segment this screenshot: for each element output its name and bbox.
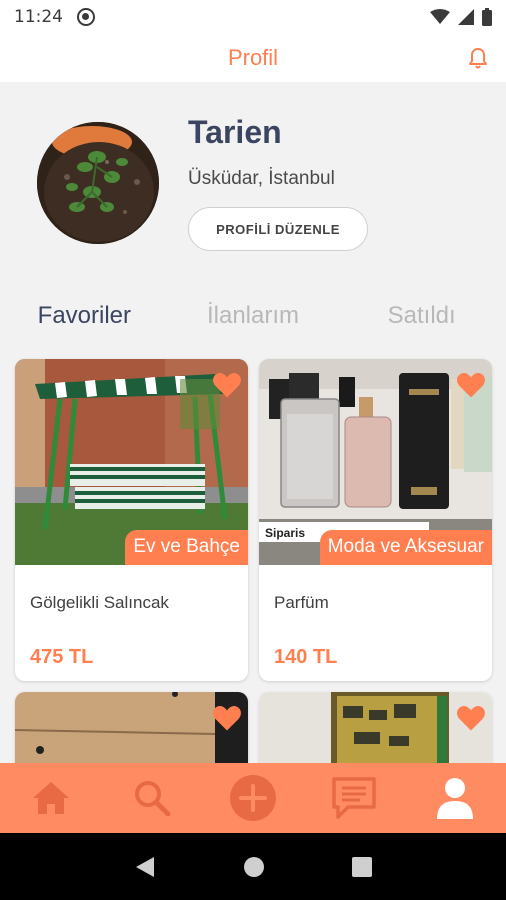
sync-icon (77, 8, 95, 26)
signal-icon (458, 9, 474, 25)
messages-icon (332, 777, 376, 819)
back-icon[interactable] (134, 855, 156, 879)
home-circle-icon[interactable] (243, 856, 265, 878)
system-nav (0, 833, 506, 900)
wifi-icon (430, 9, 450, 24)
app-header: Profil (0, 34, 506, 82)
listing-title: Gölgelikli Salıncak (30, 593, 169, 612)
listing-price: 475 TL (30, 646, 94, 668)
add-icon (229, 775, 276, 821)
edit-profile-button[interactable]: PROFİLİ DÜZENLE (188, 207, 368, 251)
search-icon (134, 781, 171, 817)
recents-icon[interactable] (352, 856, 373, 877)
profile-tabs: Favoriler İlanlarım Satıldı (0, 278, 506, 354)
nav-add[interactable] (225, 770, 281, 826)
profile-section: Tarien Üsküdar, İstanbul PROFİLİ DÜZENLE (0, 82, 506, 278)
profile-icon (437, 778, 474, 819)
svg-text:Siparis: Siparis (265, 526, 305, 540)
status-time: 11:24 (14, 7, 63, 27)
tab-sold[interactable]: Satıldı (337, 302, 506, 330)
listing-title: Parfüm (274, 593, 329, 612)
avatar[interactable] (37, 122, 159, 244)
bell-icon[interactable] (466, 46, 490, 70)
status-icons (430, 8, 492, 26)
listing-price: 140 TL (274, 646, 338, 668)
tab-my-listings[interactable]: İlanlarım (169, 302, 338, 330)
status-bar: 11:24 (0, 0, 506, 34)
heart-icon[interactable] (456, 704, 486, 732)
battery-icon (482, 8, 492, 26)
user-location: Üsküdar, İstanbul (188, 168, 335, 189)
heart-icon[interactable] (456, 371, 486, 399)
heart-icon[interactable] (212, 371, 242, 399)
bottom-nav (0, 763, 506, 833)
category-badge: Moda ve Aksesuar (319, 530, 492, 565)
listing-card[interactable]: Siparis Moda ve Aksesuar Parfüm 140 TL (259, 359, 492, 681)
tab-favorites[interactable]: Favoriler (0, 302, 169, 330)
listing-image: Ev ve Bahçe (15, 359, 248, 565)
category-badge: Ev ve Bahçe (125, 530, 248, 565)
heart-icon[interactable] (212, 704, 242, 732)
nav-search[interactable] (124, 770, 180, 826)
nav-home[interactable] (23, 770, 79, 826)
home-icon (32, 782, 69, 814)
user-name: Tarien (188, 114, 282, 150)
page-title: Profil (227, 45, 279, 70)
listing-card[interactable]: Ev ve Bahçe Gölgelikli Salıncak 475 TL (15, 359, 248, 681)
nav-profile[interactable] (427, 770, 483, 826)
nav-messages[interactable] (326, 770, 382, 826)
listing-image: Siparis Moda ve Aksesuar (259, 359, 492, 565)
